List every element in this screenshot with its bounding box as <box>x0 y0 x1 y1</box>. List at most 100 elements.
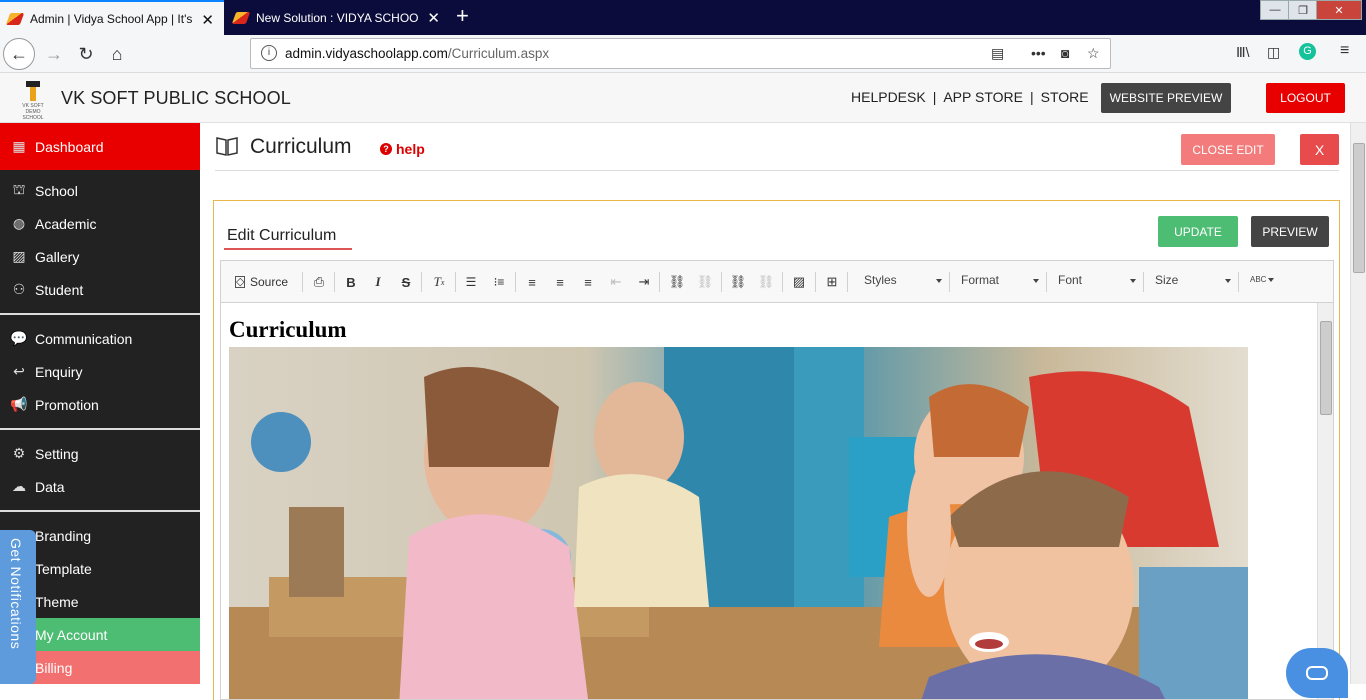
link-icon[interactable]: ⛓ <box>668 273 686 291</box>
cloud-icon: ☁ <box>12 478 26 494</box>
menu-hamburger-icon[interactable]: ≡ <box>1340 42 1349 60</box>
megaphone-icon: 📢 <box>10 396 28 412</box>
rich-text-editor: ◇ Source ⎙ B I S Tx ☰ ⁝≡ ≡ ≡ ≡ ⇤ ⇥ ⛓ ⛓ ⛓… <box>220 260 1334 700</box>
unlink-icon[interactable]: ⛓ <box>696 273 714 291</box>
link-icon[interactable]: ⛓ <box>729 273 747 291</box>
unlink-icon[interactable]: ⛓ <box>757 273 775 291</box>
home-icon[interactable]: ⌂ <box>101 38 133 70</box>
favicon-icon <box>5 12 25 25</box>
align-left-icon[interactable]: ≡ <box>524 273 540 291</box>
sidebar-item-communication[interactable]: 💬 Communication <box>0 322 200 355</box>
title-divider <box>215 170 1339 171</box>
spellcheck-dropdown[interactable]: ABC <box>1250 275 1274 293</box>
close-edit-button[interactable]: CLOSE EDIT <box>1181 134 1275 165</box>
get-notifications-tab[interactable]: Get Notifications <box>0 530 36 684</box>
url-text: admin.vidyaschoolapp.com/Curriculum.aspx <box>285 46 550 61</box>
spellcheck-icon: ABC <box>1250 275 1267 284</box>
close-tab-icon[interactable]: ✕ <box>201 11 214 29</box>
info-icon[interactable]: i <box>261 45 277 61</box>
sidebar-item-academic[interactable]: ◍ Academic <box>0 207 200 240</box>
sidebar-item-school[interactable]: ⛫ School <box>0 174 200 207</box>
numbered-list-icon[interactable]: ☰ <box>463 273 479 291</box>
close-window-button[interactable]: ✕ <box>1316 0 1362 20</box>
styles-dropdown[interactable]: Styles <box>864 273 942 291</box>
editor-toolbar: ◇ Source ⎙ B I S Tx ☰ ⁝≡ ≡ ≡ ≡ ⇤ ⇥ ⛓ ⛓ ⛓… <box>221 261 1333 303</box>
app-header: VK SOFT DEMO SCHOOL VK SOFT PUBLIC SCHOO… <box>0 73 1366 123</box>
chevron-down-icon <box>936 279 942 283</box>
source-button[interactable]: ◇ Source <box>235 273 288 291</box>
sidebar-divider <box>0 428 200 430</box>
help-link[interactable]: ? help <box>380 141 425 157</box>
reload-icon[interactable]: ↻ <box>70 38 102 70</box>
sidebar-item-data[interactable]: ☁ Data <box>0 470 200 503</box>
edit-panel: Edit Curriculum UPDATE PREVIEW ◇ Source ⎙… <box>213 200 1340 700</box>
italic-icon[interactable]: I <box>370 273 386 291</box>
sidebar-item-enquiry[interactable]: ↩ Enquiry <box>0 355 200 388</box>
sidebar-item-promotion[interactable]: 📢 Promotion <box>0 388 200 421</box>
classroom-photo <box>229 347 1248 699</box>
url-bar[interactable]: i admin.vidyaschoolapp.com/Curriculum.as… <box>250 38 1111 69</box>
size-dropdown[interactable]: Size <box>1155 273 1231 291</box>
close-tab-icon[interactable]: ✕ <box>427 9 440 27</box>
gear-icon: ⚙ <box>12 445 26 461</box>
tab-title: New Solution : VIDYA SCHOOL <box>256 10 418 25</box>
favicon-icon <box>231 11 251 24</box>
bulleted-list-icon[interactable]: ⁝≡ <box>491 273 507 291</box>
forward-arrow-icon[interactable]: → <box>38 38 70 70</box>
library-icon[interactable]: Ⅲ\ <box>1236 44 1250 61</box>
book-icon <box>216 137 238 156</box>
logout-button[interactable]: LOGOUT <box>1266 83 1345 113</box>
strikethrough-icon[interactable]: S <box>398 273 414 291</box>
school-icon: ⛫ <box>12 181 26 197</box>
font-dropdown[interactable]: Font <box>1058 273 1136 291</box>
website-preview-button[interactable]: WEBSITE PREVIEW <box>1101 83 1231 113</box>
sidebar-toggle-icon[interactable]: ◫ <box>1267 44 1280 61</box>
sidebar-item-student[interactable]: ⚇ Student <box>0 273 200 306</box>
top-links: HELPDESK | APP STORE | STORE <box>851 89 1089 105</box>
browser-tab-admin[interactable]: Admin | Vidya School App | It's ✕ <box>0 0 224 35</box>
student-icon: ⚇ <box>12 281 26 297</box>
indent-icon[interactable]: ⇥ <box>636 273 652 291</box>
close-x-button[interactable]: X <box>1300 134 1339 165</box>
browser-tab-new-solution[interactable]: New Solution : VIDYA SCHOOL ✕ <box>226 0 450 35</box>
preview-button[interactable]: PREVIEW <box>1251 216 1329 247</box>
print-icon[interactable]: ⎙ <box>311 273 327 291</box>
sidebar-item-setting[interactable]: ⚙ Setting <box>0 437 200 470</box>
page-title: Curriculum <box>250 135 352 158</box>
question-icon: ? <box>380 143 392 155</box>
chevron-down-icon <box>1268 278 1274 282</box>
helpdesk-link[interactable]: HELPDESK <box>851 89 926 105</box>
pocket-icon[interactable]: ◙ <box>1061 45 1069 61</box>
new-tab-button[interactable]: + <box>456 4 469 28</box>
table-icon[interactable]: ⊞ <box>824 273 840 291</box>
sidebar-item-dashboard[interactable]: ▦ Dashboard <box>0 123 200 170</box>
editor-scrollbar[interactable] <box>1317 303 1333 699</box>
format-dropdown[interactable]: Format <box>961 273 1039 291</box>
image-icon[interactable]: ▨ <box>791 273 807 291</box>
reader-view-icon[interactable]: ▤ <box>991 45 1004 62</box>
school-logo: VK SOFT DEMO SCHOOL <box>18 81 48 121</box>
outdent-icon[interactable]: ⇤ <box>608 273 624 291</box>
editor-content-area[interactable]: Curriculum <box>221 303 1333 699</box>
align-center-icon[interactable]: ≡ <box>552 273 568 291</box>
minimize-button[interactable]: — <box>1260 0 1290 20</box>
main-content: Curriculum ? help CLOSE EDIT X Edit Curri… <box>200 123 1350 700</box>
align-right-icon[interactable]: ≡ <box>580 273 596 291</box>
source-icon: ◇ <box>235 276 245 288</box>
sidebar-item-gallery[interactable]: ▨ Gallery <box>0 240 200 273</box>
remove-format-icon[interactable]: Tx <box>430 273 448 291</box>
bold-icon[interactable]: B <box>343 273 359 291</box>
store-link[interactable]: STORE <box>1041 89 1089 105</box>
update-button[interactable]: UPDATE <box>1158 216 1238 247</box>
grammarly-icon[interactable]: G <box>1299 43 1316 60</box>
app-store-link[interactable]: APP STORE <box>943 89 1023 105</box>
bookmark-star-icon[interactable]: ☆ <box>1087 45 1100 62</box>
chevron-down-icon <box>1033 279 1039 283</box>
page-scrollbar[interactable] <box>1350 123 1366 684</box>
chat-icon <box>1306 666 1328 680</box>
back-arrow-icon[interactable]: ← <box>3 38 35 70</box>
maximize-button[interactable]: ❐ <box>1288 0 1318 20</box>
chat-widget-button[interactable] <box>1286 648 1348 698</box>
more-actions-icon[interactable]: ••• <box>1031 45 1046 61</box>
chevron-down-icon <box>1225 279 1231 283</box>
